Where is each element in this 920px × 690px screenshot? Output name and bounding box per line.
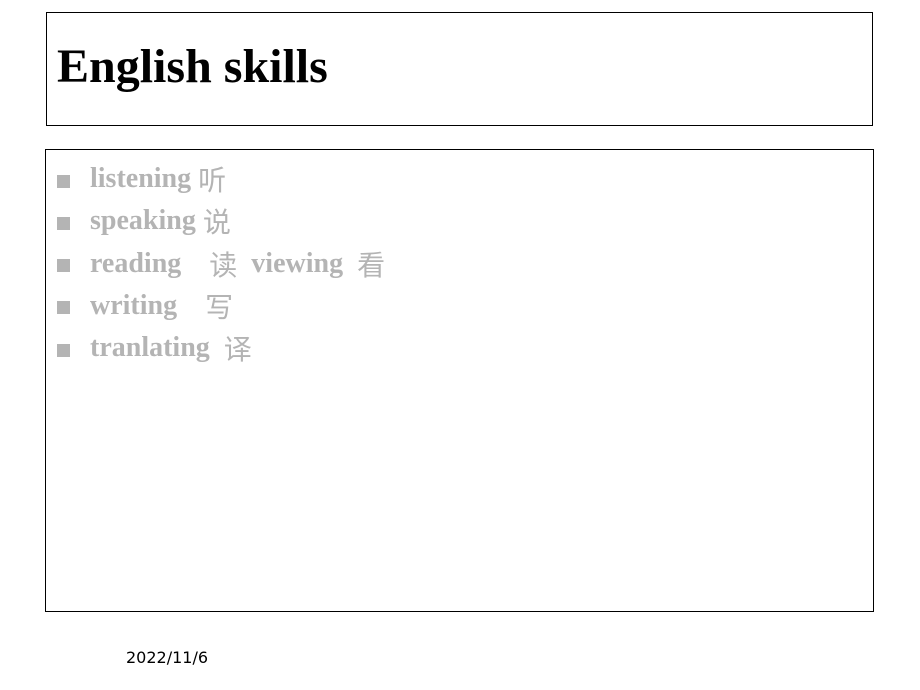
bullet-item: listening 听 [57,158,385,200]
square-bullet-icon [57,259,70,273]
square-bullet-icon [57,301,70,315]
bullet-item: reading 读 viewing 看 [57,243,385,285]
slide-title: English skills [57,40,328,93]
bullet-text-secondary: viewing [237,247,358,279]
bullet-text: writing [90,289,206,321]
bullet-cjk-secondary: 看 [357,248,386,282]
footer-date: 2022/11/6 [126,648,209,667]
square-bullet-icon [57,174,70,188]
bullet-cjk: 读 [209,248,238,282]
square-bullet-icon [57,343,70,357]
bullet-text: tranlating [90,332,224,364]
bullet-list: listening 听 speaking 说 reading 读 viewing… [57,158,385,369]
bullet-item: tranlating 译 [57,327,385,369]
content-placeholder: listening 听 speaking 说 reading 读 viewing… [45,149,874,612]
bullet-text: reading [90,247,210,279]
bullet-text: listening [90,163,199,195]
bullet-item: writing 写 [57,285,385,327]
bullet-text: speaking [90,205,203,237]
bullet-cjk: 译 [223,333,252,367]
bullet-cjk: 写 [205,290,234,324]
bullet-cjk: 听 [198,164,227,198]
title-placeholder: English skills [46,12,873,126]
bullet-cjk: 说 [202,206,231,240]
bullet-item: speaking 说 [57,200,385,242]
square-bullet-icon [57,216,70,230]
